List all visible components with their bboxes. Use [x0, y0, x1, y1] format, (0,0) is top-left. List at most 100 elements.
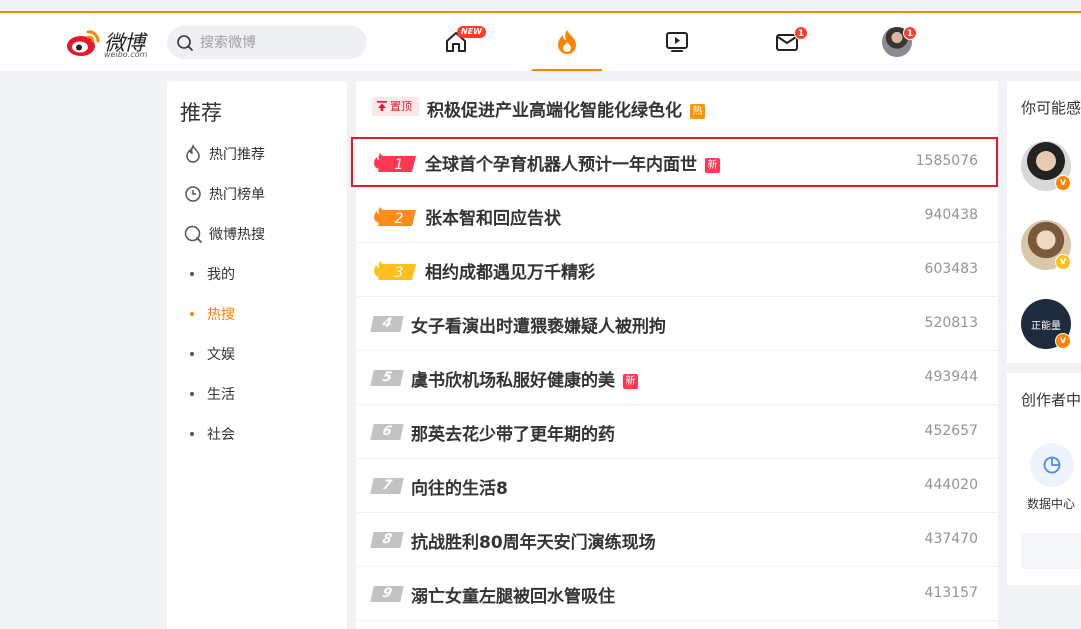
search-box — [167, 26, 367, 59]
rank-badge: 6 — [370, 422, 416, 442]
rank-number: 4 — [370, 316, 404, 332]
sidebar-sub-mine[interactable]: 我的 — [190, 263, 235, 285]
mail-badge: 1 — [794, 26, 808, 40]
sidebar-item-hot-rank[interactable]: 热门榜单 — [183, 183, 265, 205]
table-row[interactable]: 5 虞书欣机场私服好健康的美新 493944 — [356, 351, 998, 405]
creator-title: 创作者中 — [1021, 391, 1081, 409]
video-icon — [666, 32, 688, 52]
sidebar-item-label: 热门榜单 — [209, 187, 265, 203]
rank-badge: 4 — [370, 314, 416, 334]
rank-badge: 5 — [370, 368, 416, 388]
table-row[interactable]: 9 溺亡女童左腿被回水管吸住 413157 — [356, 567, 998, 621]
hot-search-list: 置顶 积极促进产业高端化智能化绿色化热 1 全球首个孕育机器人预计一年内面世新 … — [351, 81, 998, 629]
sidebar-sub-label: 文娱 — [207, 347, 235, 363]
pinned-tag: 置顶 — [372, 97, 419, 116]
rank-badge: 9 — [370, 584, 416, 604]
clock-icon — [185, 186, 201, 202]
pinned-title[interactable]: 积极促进产业高端化智能化绿色化热 — [427, 96, 705, 121]
hot-count: 452657 — [924, 423, 978, 439]
hot-title-text: 虞书欣机场私服好健康的美 — [411, 371, 615, 391]
hot-title[interactable]: 张本智和回应告状 — [425, 204, 561, 229]
hot-title[interactable]: 女子看演出时遭猥亵嫌疑人被刑拘 — [411, 312, 666, 337]
nav-messages[interactable]: 1 — [752, 13, 822, 71]
avatar-label: 正能量 — [1031, 320, 1061, 332]
bullet-dot — [190, 392, 194, 396]
hot-count: 493944 — [924, 369, 978, 385]
sidebar-sub-label: 我的 — [207, 267, 235, 283]
rank-number: 8 — [370, 532, 404, 548]
pinned-title-text: 积极促进产业高端化智能化绿色化 — [427, 101, 682, 121]
rank-2-icon: 2 — [372, 206, 416, 227]
suggest-title: 你可能感 — [1021, 99, 1081, 117]
nav-hot[interactable] — [532, 13, 602, 71]
left-sidebar: 推荐 热门推荐 热门榜单 微博热搜 我的 热搜 文娱 生活 社会 — [167, 81, 347, 629]
sidebar-sub-label: 社会 — [207, 427, 235, 443]
sidebar-item-hot-search[interactable]: 微博热搜 — [183, 223, 265, 245]
search-circle-icon — [184, 225, 202, 243]
hot-title[interactable]: 向往的生活8 — [411, 474, 508, 499]
new-tag: 新 — [623, 374, 638, 389]
hot-title[interactable]: 那英去花少带了更年期的药 — [411, 420, 615, 445]
nav-profile[interactable]: 1 — [862, 13, 932, 71]
table-row[interactable]: 3 相约成都遇见万千精彩 603483 — [356, 243, 998, 297]
search-input[interactable] — [200, 31, 355, 54]
creator-banner[interactable] — [1021, 533, 1081, 569]
fire-outline-icon — [186, 144, 200, 163]
table-row[interactable]: 8 抗战胜利80周年天安门演练现场 437470 — [356, 513, 998, 567]
sidebar-sub-label: 生活 — [207, 387, 235, 403]
hot-count: 444020 — [924, 477, 978, 493]
hot-count: 603483 — [924, 261, 978, 277]
table-row[interactable]: 6 那英去花少带了更年期的药 452657 — [356, 405, 998, 459]
logo-subtext: weibo.com — [104, 50, 148, 59]
profile-badge: 1 — [903, 26, 917, 40]
hot-title[interactable]: 溺亡女童左腿被回水管吸住 — [411, 582, 615, 607]
hot-title[interactable]: 抗战胜利80周年天安门演练现场 — [411, 528, 656, 553]
svg-text:3: 3 — [395, 265, 404, 281]
verified-icon: v — [1055, 254, 1071, 270]
rank-number: 9 — [370, 586, 404, 602]
sidebar-item-label: 微博热搜 — [209, 227, 265, 243]
sidebar-sub-hot[interactable]: 热搜 — [190, 303, 235, 325]
weibo-eye-icon — [67, 30, 100, 56]
data-center-label: 数据中心 — [1027, 497, 1076, 511]
rank-number: 5 — [370, 370, 404, 386]
search-icon[interactable] — [176, 34, 194, 52]
sidebar-sub-label: 热搜 — [207, 307, 235, 323]
verified-icon: v — [1055, 333, 1071, 349]
weibo-logo[interactable]: 微博 weibo.com — [66, 27, 158, 61]
sidebar-item-label: 热门推荐 — [209, 147, 265, 163]
bullet-dot — [190, 272, 194, 276]
rank-badge: 8 — [370, 530, 416, 550]
nav-home[interactable]: NEW — [421, 13, 491, 71]
hot-title[interactable]: 虞书欣机场私服好健康的美新 — [411, 366, 638, 391]
table-row[interactable]: 7 向往的生活8 444020 — [356, 459, 998, 513]
svg-text:2: 2 — [395, 211, 404, 227]
pin-icon — [377, 101, 387, 111]
sidebar-item-hot-recommend[interactable]: 热门推荐 — [183, 143, 265, 165]
pinned-tag-label: 置顶 — [390, 100, 412, 113]
pie-chart-icon — [1043, 456, 1061, 474]
table-row[interactable]: 2 张本智和回应告状 940438 — [356, 189, 998, 243]
data-center-button[interactable] — [1030, 443, 1074, 487]
suggest-panel: 你可能感 v v 正能量 v — [1007, 81, 1081, 363]
top-nav-bar: 微博 weibo.com NEW 1 — [0, 13, 1081, 71]
rank-number: 6 — [370, 424, 404, 440]
verified-icon: v — [1055, 175, 1071, 191]
rank-3-icon: 3 — [372, 260, 416, 281]
hot-title[interactable]: 相约成都遇见万千精彩 — [425, 258, 595, 283]
sidebar-sub-entertainment[interactable]: 文娱 — [190, 343, 235, 365]
fire-icon — [558, 30, 576, 54]
rank-number: 7 — [370, 478, 404, 494]
creator-panel: 创作者中 数据中心 — [1007, 373, 1081, 585]
sidebar-sub-life[interactable]: 生活 — [190, 383, 235, 405]
pinned-row[interactable]: 置顶 积极促进产业高端化智能化绿色化热 — [356, 81, 998, 135]
hot-count: 413157 — [924, 585, 978, 601]
table-row[interactable]: 4 女子看演出时遭猥亵嫌疑人被刑拘 520813 — [356, 297, 998, 351]
bullet-dot — [190, 352, 194, 356]
bullet-dot — [190, 312, 194, 316]
nav-video[interactable] — [642, 13, 712, 71]
sidebar-sub-society[interactable]: 社会 — [190, 423, 235, 445]
hot-count: 437470 — [924, 531, 978, 547]
hot-count: 520813 — [924, 315, 978, 331]
bullet-dot — [190, 432, 194, 436]
